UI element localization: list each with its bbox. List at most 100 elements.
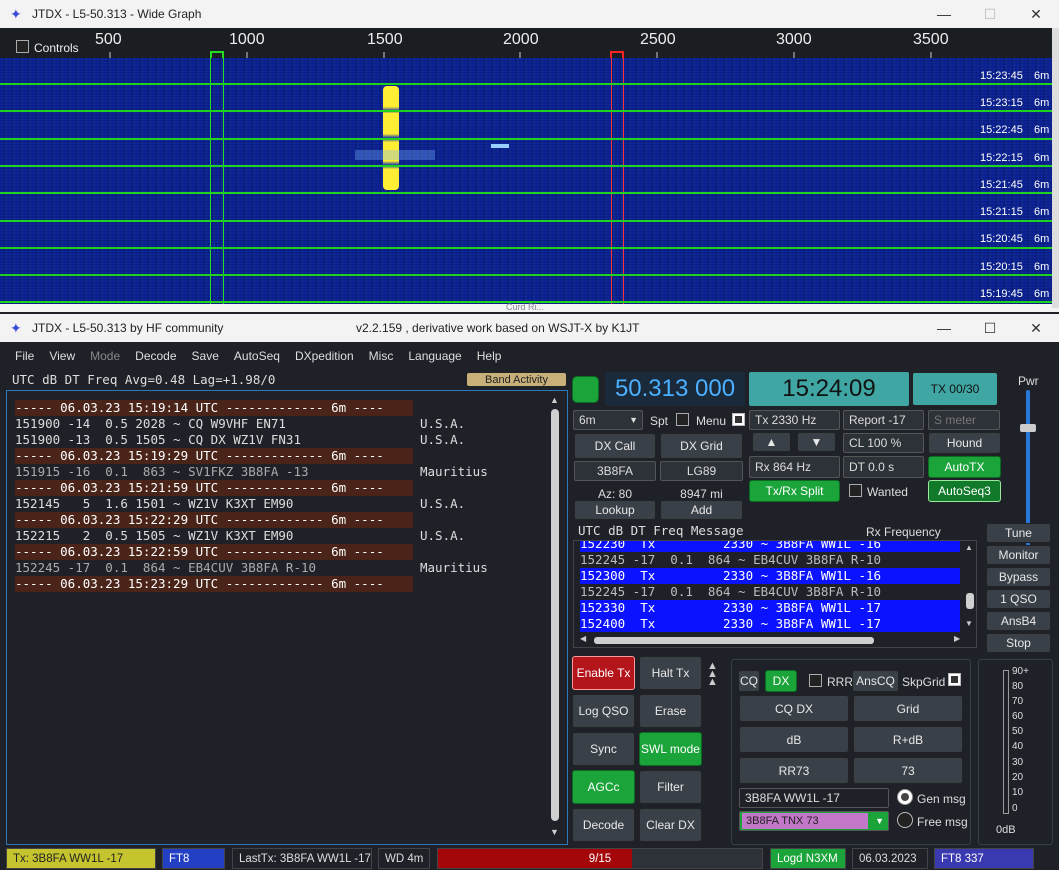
- close-icon[interactable]: ✕: [1013, 0, 1059, 28]
- maximize-icon[interactable]: ☐: [967, 314, 1013, 342]
- gen-msg-radio[interactable]: [897, 789, 913, 805]
- stop-button[interactable]: Stop: [986, 633, 1051, 653]
- agcc-button[interactable]: AGCc: [572, 770, 635, 804]
- dx-call-field[interactable]: 3B8FA: [574, 461, 656, 481]
- log-qso-button[interactable]: Log QSO: [572, 694, 635, 728]
- maximize-icon[interactable]: ☐: [967, 0, 1013, 28]
- erase-button[interactable]: Erase: [639, 694, 702, 728]
- menu-save[interactable]: Save: [192, 349, 219, 363]
- tx-rx-split-button[interactable]: Tx/Rx Split: [749, 480, 840, 502]
- tx-counter-button[interactable]: TX 00/30: [912, 372, 998, 406]
- filter-button[interactable]: Filter: [639, 770, 702, 804]
- rx-row[interactable]: 152230 Tx 2330 ~ 3B8FA WW1L -16: [580, 541, 960, 552]
- decode-row[interactable]: 152245 -17 0.1 864 ~ EB4CUV 3B8FA R-10: [15, 560, 316, 576]
- frequency-display[interactable]: 50.313 000: [605, 372, 745, 406]
- rx-row[interactable]: 152300 Tx 2330 ~ 3B8FA WW1L -16: [580, 568, 960, 584]
- lookup-button[interactable]: Lookup: [574, 500, 656, 520]
- tx-down-button[interactable]: ▼: [797, 432, 836, 452]
- db-button[interactable]: dB: [739, 726, 849, 753]
- band-activity-scrollbar[interactable]: ▲ ▼: [548, 395, 562, 839]
- autoseq3-button[interactable]: AutoSeq3: [928, 480, 1001, 502]
- arrow-down-icon: ▼: [810, 435, 823, 449]
- enable-tx-button[interactable]: Enable Tx: [572, 656, 635, 690]
- close-icon[interactable]: ✕: [1013, 314, 1059, 342]
- spt-checkbox[interactable]: [676, 413, 689, 426]
- tune-button[interactable]: Tune: [986, 523, 1051, 543]
- wanted-checkbox[interactable]: [849, 484, 862, 497]
- cl-spinbox[interactable]: CL 100 %: [843, 433, 924, 453]
- grid-button[interactable]: Grid: [853, 695, 963, 722]
- rrr-checkbox[interactable]: [809, 674, 822, 687]
- scroll-up-icon[interactable]: ▲: [550, 395, 559, 405]
- rx-horizontal-scrollbar[interactable]: ◀ ▶: [580, 634, 964, 646]
- decode-row[interactable]: 151900 -14 0.5 2028 ~ CQ W9VHF EN71: [15, 416, 286, 432]
- band-activity-button[interactable]: Band Activity: [466, 372, 567, 387]
- menu-checkbox[interactable]: [732, 413, 745, 426]
- bypass-button[interactable]: Bypass: [986, 567, 1051, 587]
- rx-frequency-spinbox[interactable]: Rx 864 Hz: [749, 456, 840, 478]
- tab-arrows-icon[interactable]: ▲ ▲ ▲: [707, 661, 729, 688]
- sync-button[interactable]: Sync: [572, 732, 635, 766]
- skpgrid-checkbox[interactable]: [948, 673, 961, 686]
- monitor-button[interactable]: Monitor: [986, 545, 1051, 565]
- dx-button[interactable]: DX: [765, 670, 797, 692]
- decode-button[interactable]: Decode: [572, 808, 635, 842]
- one-qso-button[interactable]: 1 QSO: [986, 589, 1051, 609]
- dt-spinbox[interactable]: DT 0.0 s: [843, 456, 924, 478]
- add-button[interactable]: Add: [660, 500, 743, 520]
- wide-graph-scrollbar[interactable]: [1052, 28, 1059, 308]
- menu-dxpedition[interactable]: DXpedition: [295, 349, 354, 363]
- meter-scale-label: 80: [1012, 681, 1024, 692]
- row-band: 6m: [1034, 261, 1050, 273]
- band-activity-list[interactable]: ----- 06.03.23 15:19:14 UTC ------------…: [6, 390, 568, 845]
- rx-vertical-scrollbar[interactable]: ▲ ▼: [964, 541, 976, 633]
- free-message-combo[interactable]: 3B8FA TNX 73 ▼: [739, 811, 889, 831]
- clear-dx-button[interactable]: Clear DX: [639, 808, 702, 842]
- swl-mode-button[interactable]: SWL mode: [639, 732, 702, 766]
- hound-button[interactable]: Hound: [928, 432, 1001, 454]
- menu-mode[interactable]: Mode: [90, 349, 120, 363]
- dx-grid-button[interactable]: DX Grid: [660, 433, 743, 459]
- anscq-button[interactable]: AnsCQ: [852, 670, 899, 692]
- minimize-icon[interactable]: —: [921, 314, 967, 342]
- rx-row[interactable]: 152245 -17 0.1 864 ~ EB4CUV 3B8FA R-10: [580, 584, 960, 600]
- seventy-three-button[interactable]: 73: [853, 757, 963, 784]
- dx-call-button[interactable]: DX Call: [574, 433, 656, 459]
- menu-view[interactable]: View: [49, 349, 75, 363]
- cq-button[interactable]: CQ: [738, 670, 760, 692]
- band-select[interactable]: 6m ▼: [573, 410, 643, 430]
- menu-misc[interactable]: Misc: [369, 349, 394, 363]
- ansb4-button[interactable]: AnsB4: [986, 611, 1051, 631]
- rx-row[interactable]: 152330 Tx 2330 ~ 3B8FA WW1L -17: [580, 600, 960, 616]
- scroll-down-icon[interactable]: ▼: [550, 827, 559, 837]
- row-time: 15:22:45: [980, 124, 1023, 136]
- tx-up-button[interactable]: ▲: [752, 432, 791, 452]
- decode-row[interactable]: 151915 -16 0.1 863 ~ SV1FKZ 3B8FA -13: [15, 464, 309, 480]
- decode-row[interactable]: 152145 5 1.6 1501 ~ WZ1V K3XT EM90: [15, 496, 293, 512]
- gen-message-field[interactable]: 3B8FA WW1L -17: [739, 788, 889, 808]
- dx-grid-field[interactable]: LG89: [660, 461, 743, 481]
- menu-file[interactable]: File: [15, 349, 34, 363]
- rr73-button[interactable]: RR73: [739, 757, 849, 784]
- menu-language[interactable]: Language: [408, 349, 461, 363]
- decode-row[interactable]: 152215 2 0.5 1505 ~ WZ1V K3XT EM90: [15, 528, 293, 544]
- menu-autoseq[interactable]: AutoSeq: [234, 349, 280, 363]
- frequency-scale[interactable]: Controls 500 1000 1500 2000 2500 3000 35…: [0, 28, 1059, 58]
- cq-dx-button[interactable]: CQ DX: [739, 695, 849, 722]
- rx-row[interactable]: 152245 -17 0.1 864 ~ EB4CUV 3B8FA R-10: [580, 552, 960, 568]
- report-spinbox[interactable]: Report -17: [843, 410, 924, 430]
- decode-row[interactable]: 151900 -13 0.5 1505 ~ CQ DX WZ1V FN31: [15, 432, 301, 448]
- r-db-button[interactable]: R+dB: [853, 726, 963, 753]
- minimize-icon[interactable]: —: [921, 0, 967, 28]
- rx-row[interactable]: 152400 Tx 2330 ~ 3B8FA WW1L -17: [580, 616, 960, 632]
- autotx-button[interactable]: AutoTX: [928, 456, 1001, 478]
- halt-tx-button[interactable]: Halt Tx: [639, 656, 702, 690]
- menu-decode[interactable]: Decode: [135, 349, 176, 363]
- s-meter-field[interactable]: S meter: [928, 410, 1000, 430]
- tx-frequency-spinbox[interactable]: Tx 2330 Hz: [749, 410, 840, 430]
- decode-separator: ----- 06.03.23 15:23:29 UTC ------------…: [15, 576, 413, 592]
- status-logged: Logd N3XM: [770, 848, 846, 869]
- free-msg-radio[interactable]: [897, 812, 913, 828]
- rx-frequency-list[interactable]: 152230 Tx 2330 ~ 3B8FA WW1L -16 152245 -…: [573, 540, 977, 648]
- menu-help[interactable]: Help: [477, 349, 502, 363]
